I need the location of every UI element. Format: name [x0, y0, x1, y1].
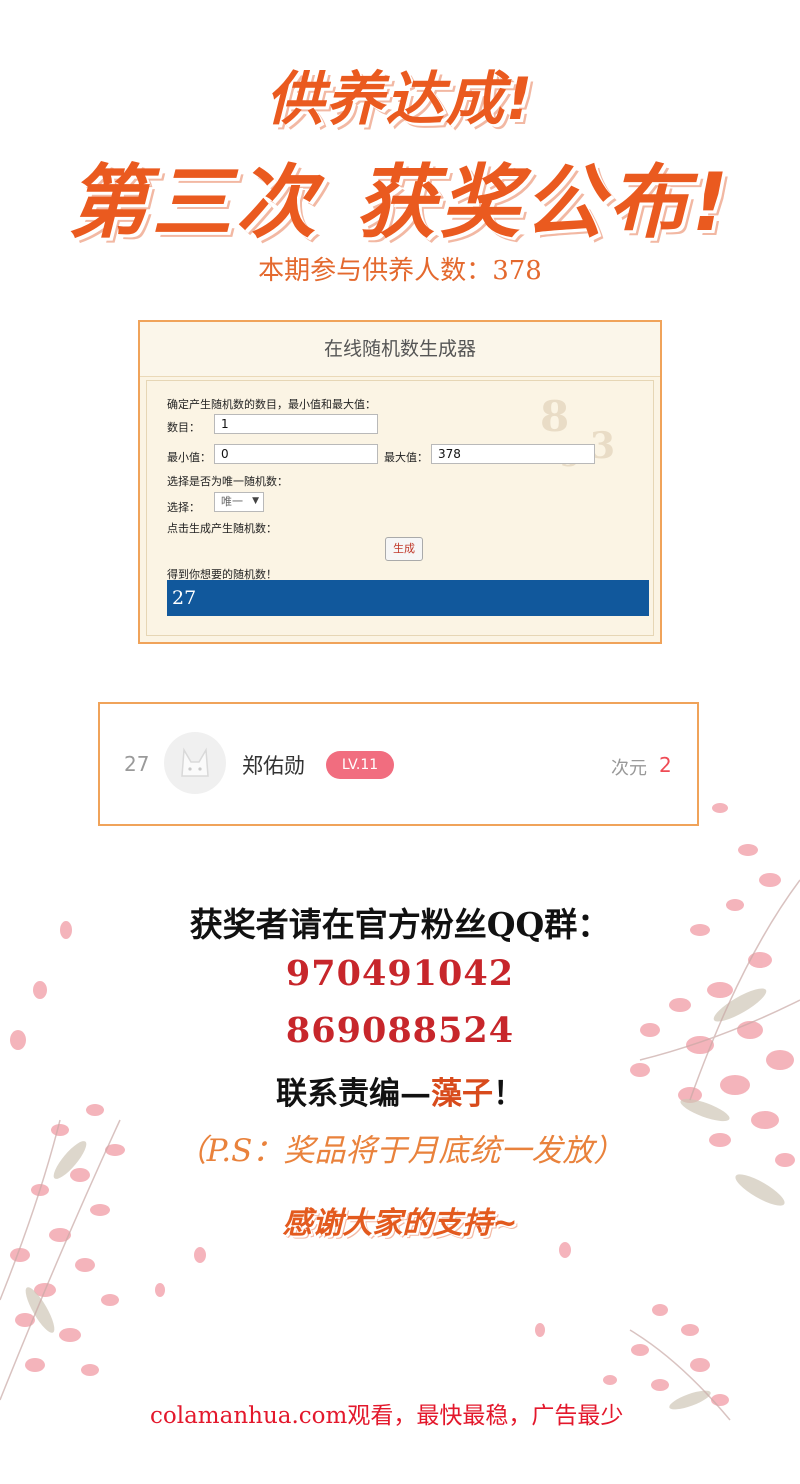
unique-prompt: 选择是否为唯一随机数：: [167, 475, 288, 488]
editor-prefix: 联系责编—: [276, 1076, 431, 1112]
count-input[interactable]: 1: [214, 414, 378, 434]
level-badge: LV.11: [326, 751, 394, 779]
count-label: 数目：: [167, 421, 200, 434]
winner-rank: 27: [124, 752, 150, 776]
unique-select[interactable]: 唯一 ▼: [214, 492, 264, 512]
bunny-avatar-icon: [181, 747, 209, 777]
qq-group-number: 869088524: [285, 1010, 515, 1051]
headline-result: 获奖公布!: [355, 156, 733, 249]
qq-group-number: 970491042: [285, 953, 515, 994]
qq-instruction: 获奖者请在官方粉丝QQ群：: [189, 905, 611, 944]
dropdown-arrow-icon: ▼: [252, 496, 259, 506]
unique-select-value: 唯一: [221, 495, 243, 508]
headline-title: 供养达成!: [265, 65, 535, 133]
generate-button[interactable]: 生成: [385, 537, 423, 561]
editor-suffix: ！: [493, 1076, 524, 1112]
select-label: 选择：: [167, 501, 200, 514]
winner-card: 27 郑佑勋 LV.11 次元 2: [98, 702, 699, 826]
winner-name[interactable]: 郑佑勋: [242, 750, 305, 780]
min-label: 最小值：: [167, 451, 211, 464]
dimension-value: 2: [659, 753, 672, 777]
editor-name: 藻子: [431, 1076, 493, 1112]
avatar[interactable]: [164, 732, 226, 794]
decorative-number-graphic: 8: [540, 392, 570, 441]
editor-contact: 联系责编—藻子！: [0, 1068, 800, 1113]
rng-title: 在线随机数生成器: [140, 322, 660, 377]
thanks-message: 感谢大家的支持~: [282, 1206, 518, 1241]
participant-number: 378: [492, 256, 542, 286]
headline-round: 第三次: [67, 156, 320, 249]
ps-note: （P.S：奖品将于月底统一发放）: [175, 1133, 625, 1169]
participant-count: 本期参与供养人数：378: [0, 250, 800, 287]
dimension-label: 次元: [611, 758, 647, 779]
min-input[interactable]: 0: [214, 444, 378, 464]
max-input[interactable]: 378: [431, 444, 595, 464]
result-value: 27: [167, 580, 649, 616]
participant-label: 本期参与供养人数：: [258, 256, 493, 286]
watermark-text: colamanhua.com观看，最快最稳，广告最少: [150, 1403, 624, 1429]
generate-prompt: 点击生成产生随机数：: [167, 522, 277, 535]
rng-instruction: 确定产生随机数的数目，最小值和最大值：: [167, 398, 376, 411]
headline-announcement: 第三次 获奖公布!: [0, 138, 800, 254]
max-label: 最大值：: [384, 451, 428, 464]
